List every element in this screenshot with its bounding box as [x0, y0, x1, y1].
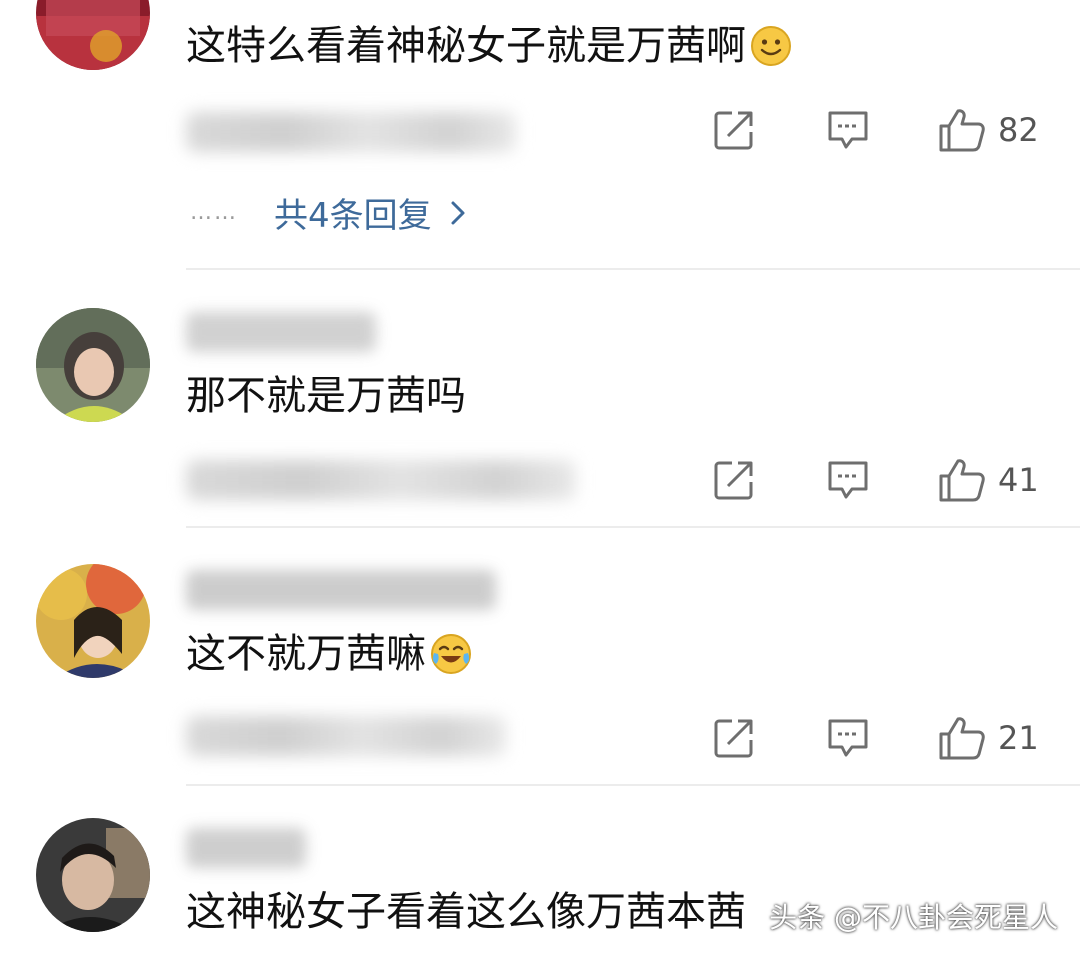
thumbs-up-icon [939, 459, 985, 502]
share-icon [714, 719, 753, 758]
comment-item: 这特么看着神秘女子就是万茜啊 82 …… 共4条回复 [0, 0, 1080, 270]
like-count: 21 [998, 719, 1039, 757]
username-blurred [186, 828, 306, 868]
view-replies-link[interactable]: …… 共4条回复 [190, 188, 466, 237]
comment-text: 这不就万茜嘛 [186, 626, 472, 682]
replies-dots: …… [190, 200, 238, 225]
comment-meta-blurred [186, 112, 516, 152]
comment-icon [828, 719, 868, 757]
laugh-cry-emoji [431, 634, 471, 674]
avatar[interactable] [36, 564, 150, 678]
username-blurred [186, 570, 496, 610]
comment-text: 这特么看着神秘女子就是万茜啊 [186, 18, 792, 74]
comment-meta-blurred [186, 460, 576, 500]
like-button[interactable]: 82 [938, 106, 1039, 154]
comment-icon [828, 111, 868, 149]
avatar[interactable] [36, 308, 150, 422]
comment-button[interactable] [826, 458, 870, 502]
share-icon [714, 111, 753, 150]
like-count: 82 [998, 111, 1039, 149]
comment-button[interactable] [826, 108, 870, 152]
chevron-right-icon [451, 201, 465, 224]
replies-count-label: 共4条回复 [274, 196, 432, 236]
comment-item: 那不就是万茜吗 41 [0, 270, 1080, 528]
comment-item: 这不就万茜嘛 21 [0, 528, 1080, 786]
share-button[interactable] [712, 716, 756, 760]
comment-button[interactable] [826, 716, 870, 760]
smile-emoji [751, 26, 791, 66]
comment-icon [828, 461, 868, 499]
avatar[interactable] [36, 0, 150, 70]
like-button[interactable]: 41 [938, 456, 1039, 504]
watermark: 头条 @不八卦会死星人 [769, 901, 1058, 934]
comment-text: 这神秘女子看着这么像万茜本茜 [186, 889, 746, 935]
thumbs-up-icon [939, 109, 985, 152]
share-icon [714, 461, 753, 500]
avatar[interactable] [36, 818, 150, 932]
username-blurred [186, 312, 376, 352]
thumbs-up-icon [939, 717, 985, 760]
share-button[interactable] [712, 108, 756, 152]
comment-text: 那不就是万茜吗 [186, 373, 466, 419]
like-count: 41 [998, 461, 1039, 499]
comment-meta-blurred [186, 716, 506, 756]
like-button[interactable]: 21 [938, 714, 1039, 762]
comment-feed: 这特么看着神秘女子就是万茜啊 82 …… 共4条回复 那不就是万茜吗 41 这不… [0, 0, 1080, 955]
share-button[interactable] [712, 458, 756, 502]
